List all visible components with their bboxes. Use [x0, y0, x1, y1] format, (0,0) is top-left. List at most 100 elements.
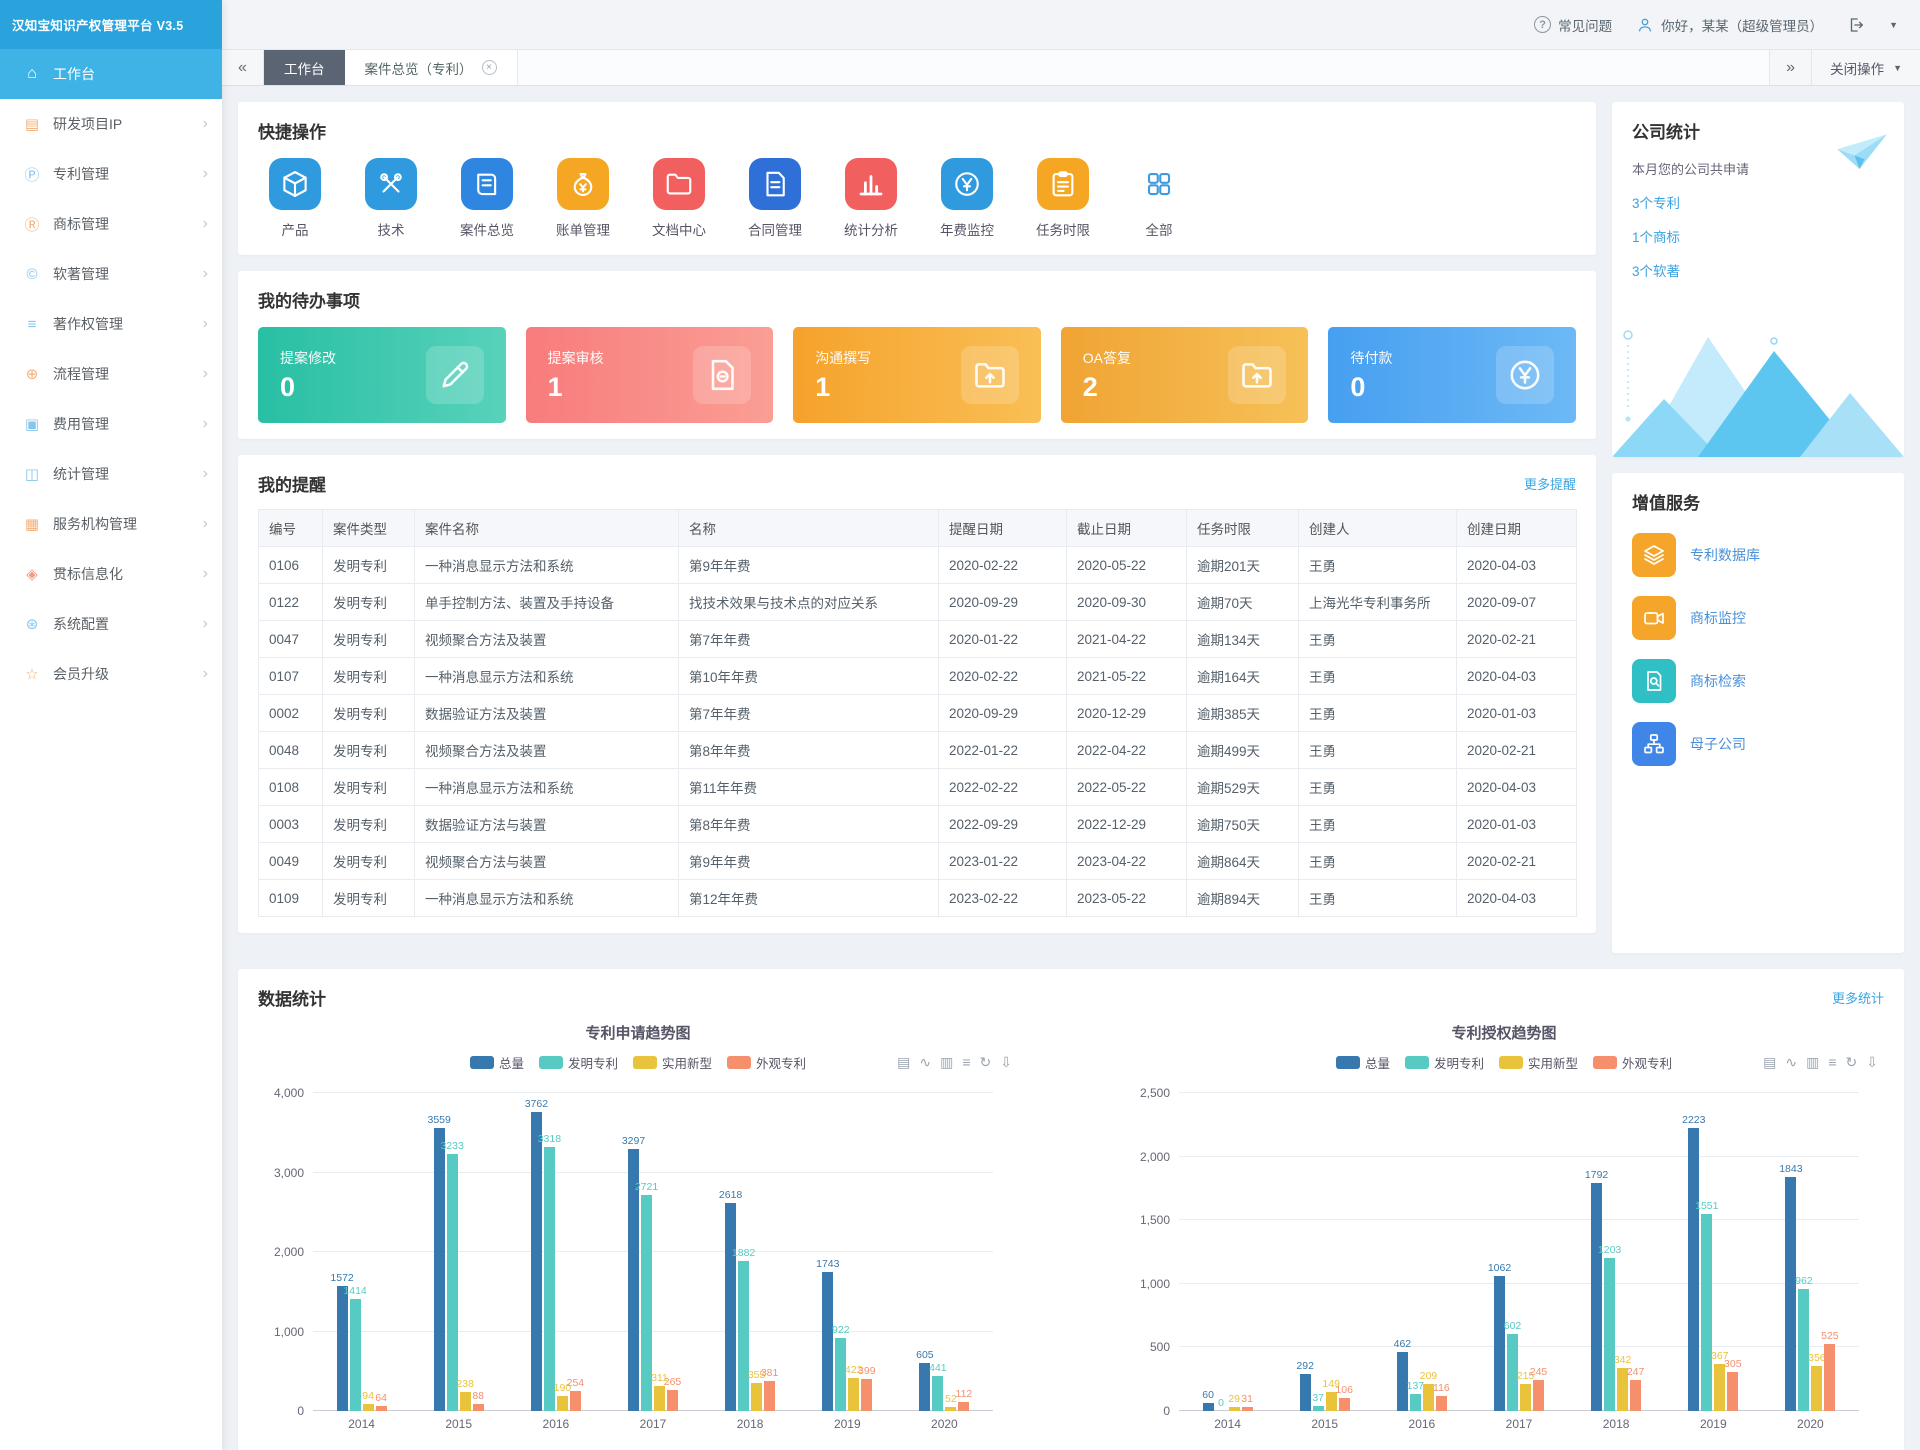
data-view-icon[interactable]: ▤	[897, 1054, 910, 1071]
data-view-icon[interactable]: ▤	[1763, 1054, 1776, 1071]
tabs-scroll-right[interactable]: »	[1769, 50, 1811, 85]
tabs-scroll-left[interactable]: «	[222, 50, 264, 85]
legend-item[interactable]: 外观专利	[727, 1053, 806, 1072]
legend-item[interactable]: 外观专利	[1593, 1053, 1672, 1072]
legend-item[interactable]: 实用新型	[1499, 1053, 1578, 1072]
product-cube-icon	[269, 158, 321, 210]
quick-op-document-center[interactable]: 文档中心	[642, 158, 716, 239]
restore-icon[interactable]: ↻	[980, 1054, 992, 1071]
todo-card-2[interactable]: 沟通撰写1	[793, 327, 1041, 423]
table-row[interactable]: 0109发明专利一种消息显示方法和系统第12年年费2023-02-222023-…	[259, 880, 1577, 917]
sidebar-item-patent[interactable]: Ⓟ专利管理›	[0, 149, 222, 199]
download-icon[interactable]: ⇩	[1866, 1054, 1878, 1071]
quick-op-annuity-monitor[interactable]: 年费监控	[930, 158, 1004, 239]
quick-op-product-cube[interactable]: 产品	[258, 158, 332, 239]
stack-icon[interactable]: ≡	[1828, 1054, 1836, 1071]
todo-card-count: 2	[1083, 372, 1131, 403]
faq-link[interactable]: ? 常见问题	[1534, 15, 1612, 35]
more-reminders-link[interactable]: 更多提醒	[1524, 474, 1576, 493]
table-row[interactable]: 0048发明专利视频聚合方法及装置第8年年费2022-01-222022-04-…	[259, 732, 1577, 769]
service-trademark-monitor[interactable]: 商标监控	[1632, 596, 1884, 640]
table-row[interactable]: 0003发明专利数据验证方法与装置第8年年费2022-09-292022-12-…	[259, 806, 1577, 843]
table-row[interactable]: 0108发明专利一种消息显示方法和系统第11年年费2022-02-222022-…	[259, 769, 1577, 806]
legend-swatch	[470, 1056, 494, 1069]
quick-op-case-overview[interactable]: 案件总览	[450, 158, 524, 239]
sidebar-item-rd-project[interactable]: ▤研发项目IP›	[0, 99, 222, 149]
table-row[interactable]: 0002发明专利数据验证方法及装置第7年年费2020-09-292020-12-…	[259, 695, 1577, 732]
todo-card-1[interactable]: 提案审核1	[526, 327, 774, 423]
bar-value-label: 37	[1312, 1392, 1324, 1404]
table-row[interactable]: 0049发明专利视频聚合方法与装置第9年年费2023-01-222023-04-…	[259, 843, 1577, 880]
legend-item[interactable]: 发明专利	[1405, 1053, 1484, 1072]
task-deadline-icon	[1037, 158, 1089, 210]
legend-item[interactable]: 总量	[1336, 1053, 1390, 1072]
sidebar-item-statistics[interactable]: ◫统计管理›	[0, 449, 222, 499]
table-row[interactable]: 0047发明专利视频聚合方法及装置第7年年费2020-01-222021-04-…	[259, 621, 1577, 658]
bar	[1785, 1177, 1796, 1411]
sidebar-item-software-copyright[interactable]: ©软著管理›	[0, 249, 222, 299]
company-stats-panel: 公司统计 本月您的公司共申请 3个专利1个商标3个软著	[1612, 102, 1904, 457]
quick-op-task-deadline[interactable]: 任务时限	[1026, 158, 1100, 239]
restore-icon[interactable]: ↻	[1846, 1054, 1858, 1071]
todo-card-0[interactable]: 提案修改0	[258, 327, 506, 423]
sidebar-item-member-upgrade[interactable]: ☆会员升级›	[0, 649, 222, 699]
quick-op-all-grid[interactable]: 全部	[1122, 158, 1196, 239]
quick-op-stats-analysis[interactable]: 统计分析	[834, 158, 908, 239]
sidebar-item-process[interactable]: ⊕流程管理›	[0, 349, 222, 399]
legend-item[interactable]: 总量	[470, 1053, 524, 1072]
standard-info-icon: ◈	[22, 565, 42, 583]
table-row[interactable]: 0122发明专利单手控制方法、装置及手持设备找技术效果与技术点的对应关系2020…	[259, 584, 1577, 621]
quick-op-contract[interactable]: 合同管理	[738, 158, 812, 239]
close-operations-dropdown[interactable]: 关闭操作 ▼	[1811, 50, 1920, 85]
todo-card-4[interactable]: 待付款0	[1328, 327, 1576, 423]
todo-card-count: 1	[548, 372, 604, 403]
legend-item[interactable]: 实用新型	[633, 1053, 712, 1072]
pencil-icon	[426, 346, 484, 404]
tab-workbench[interactable]: 工作台	[264, 50, 345, 85]
company-link-trademarks[interactable]: 1个商标	[1632, 226, 1884, 246]
bar-chart-icon[interactable]: ▥	[1806, 1054, 1819, 1071]
sidebar-menu: ▤研发项目IP›Ⓟ专利管理›Ⓡ商标管理›©软著管理›≡著作权管理›⊕流程管理›▣…	[0, 99, 222, 699]
close-icon[interactable]: ×	[482, 60, 497, 75]
sidebar-item-workbench[interactable]: ⌂ 工作台	[0, 49, 222, 99]
service-subsidiary[interactable]: 母子公司	[1632, 722, 1884, 766]
todo-card-label: 沟通撰写	[815, 348, 871, 368]
company-link-patents[interactable]: 3个专利	[1632, 192, 1884, 212]
service-trademark-search[interactable]: 商标检索	[1632, 659, 1884, 703]
bar-chart-icon[interactable]: ▥	[940, 1054, 953, 1071]
sidebar-item-agency[interactable]: ▦服务机构管理›	[0, 499, 222, 549]
bar-value-label: 3762	[525, 1098, 548, 1110]
more-stats-link[interactable]: 更多统计	[1832, 988, 1884, 1007]
todo-card-3[interactable]: OA答复2	[1061, 327, 1309, 423]
sidebar-item-trademark[interactable]: Ⓡ商标管理›	[0, 199, 222, 249]
column-header: 创建日期	[1457, 510, 1577, 547]
quick-op-bill[interactable]: 账单管理	[546, 158, 620, 239]
y-tick-label: 4,000	[258, 1086, 304, 1100]
sidebar-item-standard-info[interactable]: ◈贯标信息化›	[0, 549, 222, 599]
bar	[1688, 1128, 1699, 1411]
line-chart-icon[interactable]: ∿	[1785, 1054, 1797, 1071]
sidebar-item-copyright[interactable]: ≡著作权管理›	[0, 299, 222, 349]
legend-item[interactable]: 发明专利	[539, 1053, 618, 1072]
stack-icon[interactable]: ≡	[962, 1054, 970, 1071]
bar-value-label: 3297	[622, 1135, 645, 1147]
line-chart-icon[interactable]: ∿	[919, 1054, 931, 1071]
tab-case-overview[interactable]: 案件总览（专利）×	[345, 50, 518, 85]
bar-value-label: 462	[1394, 1338, 1412, 1350]
table-row[interactable]: 0106发明专利一种消息显示方法和系统第9年年费2020-02-222020-0…	[259, 547, 1577, 584]
quick-op-tech-tools[interactable]: 技术	[354, 158, 428, 239]
download-icon[interactable]: ⇩	[1000, 1054, 1012, 1071]
service-patent-database[interactable]: 专利数据库	[1632, 533, 1884, 577]
greeting-text: 你好，某某（超级管理员）	[1661, 15, 1823, 35]
legend-label: 总量	[1365, 1053, 1390, 1072]
logout-button[interactable]	[1847, 16, 1865, 34]
user-menu[interactable]: 你好，某某（超级管理员）	[1636, 15, 1823, 35]
sidebar-item-fee[interactable]: ▣费用管理›	[0, 399, 222, 449]
table-cell: 逾期529天	[1187, 769, 1299, 806]
faq-label: 常见问题	[1558, 15, 1612, 35]
table-row[interactable]: 0107发明专利一种消息显示方法和系统第10年年费2020-02-222021-…	[259, 658, 1577, 695]
company-link-software[interactable]: 3个软著	[1632, 260, 1884, 280]
user-dropdown-toggle[interactable]: ▼	[1889, 20, 1898, 30]
quick-op-label: 统计分析	[844, 219, 898, 239]
sidebar-item-system-config[interactable]: ⊛系统配置›	[0, 599, 222, 649]
